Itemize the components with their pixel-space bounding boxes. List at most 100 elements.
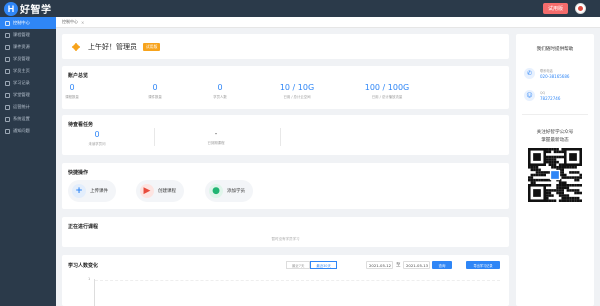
phone-contact[interactable]: ✆ 联系电话 020-38165686 [524, 68, 569, 79]
section-title: 待查看任务 [68, 122, 94, 128]
date-from-input[interactable]: 2021-05-12 [366, 261, 393, 269]
follow-line-2: 掌握最新动态 [541, 138, 569, 143]
quick-actions-card: 快捷操作 + 上传课件 ▶ 创建课程 ● 添加学员 [62, 163, 509, 209]
trial-button[interactable]: 试用版 [542, 3, 568, 14]
pending-unread-questions[interactable]: 0 未读学员问 [62, 130, 132, 146]
upload-courseware-button[interactable]: + 上传课件 [68, 180, 116, 202]
sidebar-item-label: 学堂管理 [13, 92, 30, 97]
sidebar-item-label: 学习记录 [13, 80, 30, 85]
sidebar-item[interactable]: 学习记录 [0, 77, 56, 89]
export-learning-records-button[interactable]: 导出学习记录 [466, 261, 500, 269]
sidebar-item[interactable]: 控制中心 [0, 17, 56, 29]
sidebar-item[interactable]: 课件资源 [0, 41, 56, 53]
query-button[interactable]: 查询 [432, 261, 452, 269]
menu-icon [5, 68, 10, 74]
stat-value: 0 [152, 83, 158, 92]
menu-icon [5, 92, 10, 98]
app-logo[interactable]: H 好智学 [4, 1, 52, 16]
breadcrumb: 控制中心 × [56, 17, 600, 28]
sun-icon [70, 41, 82, 53]
section-title: 学习人数变化 [68, 263, 99, 269]
y-axis [94, 279, 95, 306]
follow-line-1: 关注好智学公众号 [536, 130, 574, 135]
sidebar-item[interactable]: 学堂管理 [0, 89, 56, 101]
y-axis-tick: 1 [88, 277, 91, 281]
qq-contact[interactable]: ☺ QQ 78272746 [524, 90, 560, 101]
sidebar-item-label: 课程管理 [13, 32, 30, 37]
stat-value: 0 [69, 83, 75, 92]
greeting-text: 上午好！管理员 [88, 42, 137, 51]
play-icon: ▶ [140, 184, 154, 198]
date-to-input[interactable]: 2021-05-13 [403, 261, 430, 269]
sidebar-item[interactable]: 学员主页 [0, 65, 56, 77]
sidebar-item[interactable]: 课程管理 [0, 29, 56, 41]
account-overview-card: 账户总览 0 课程数量 0 课件数量 0 学员人数 10 / 10G 已用 / … [62, 66, 509, 109]
quick-label: 上传课件 [90, 189, 108, 194]
sidebar-item[interactable]: 通知问题 [0, 125, 56, 137]
menu-icon [5, 32, 10, 38]
greeting-card: 上午好！管理员 试用版 [62, 34, 509, 59]
range-30-days-button[interactable]: 最近30天 [310, 261, 337, 269]
sidebar-item[interactable]: 运营统计 [0, 101, 56, 113]
ongoing-courses-card: 正在进行课程 暂时没有学员学习 [62, 217, 509, 247]
menu-icon [5, 104, 10, 110]
help-title: 我们随时提供帮助 [536, 47, 574, 52]
tab-control-center[interactable]: 控制中心 × [62, 19, 84, 25]
qq-icon: ☺ [524, 90, 535, 101]
pending-expired-courses[interactable]: - 已到期课程 [186, 130, 246, 145]
create-course-button[interactable]: ▶ 创建课程 [136, 180, 184, 202]
sidebar-item-label: 通知问题 [13, 128, 30, 133]
phone-label: 联系电话 [540, 69, 553, 73]
stat-label: 已用 / 总计播放流量 [371, 95, 403, 99]
sidebar-item-label: 运营统计 [13, 104, 30, 109]
phone-number: 020-38165686 [540, 74, 570, 79]
top-bar: H 好智学 试用版 [0, 0, 600, 17]
tab-label: 控制中心 [62, 19, 78, 24]
divider [522, 114, 588, 115]
app-name: 好智学 [20, 5, 52, 16]
divider [280, 128, 281, 146]
stat-label: 课程数量 [65, 95, 79, 99]
logo-badge: H [4, 1, 18, 16]
pending-label: 未读学员问 [88, 142, 106, 146]
menu-icon [5, 80, 10, 86]
sidebar-item-label: 学员主页 [13, 68, 30, 73]
section-title: 快捷操作 [68, 170, 89, 176]
sidebar-item[interactable]: 系统设置 [0, 113, 56, 125]
quick-label: 创建课程 [158, 189, 176, 194]
sidebar-item-label: 系统设置 [13, 116, 30, 121]
help-panel: 我们随时提供帮助 ✆ 联系电话 020-38165686 ☺ QQ 782727… [516, 34, 594, 306]
add-student-button[interactable]: ● 添加学员 [205, 180, 253, 202]
wechat-qr-code [528, 148, 582, 202]
stat-traffic[interactable]: 100 / 100G 已用 / 总计播放流量 [360, 83, 414, 99]
user-avatar[interactable] [575, 3, 586, 14]
sidebar-item-label: 控制中心 [13, 20, 30, 25]
section-title: 账户总览 [68, 73, 89, 79]
stat-value: 100 / 100G [364, 83, 410, 92]
sidebar: 控制中心课程管理课件资源学员管理学员主页学习记录学堂管理运营统计系统设置通知问题 [0, 17, 56, 306]
stat-label: 课件数量 [148, 95, 162, 99]
pending-label: 已到期课程 [207, 141, 225, 145]
sidebar-item-label: 课件资源 [13, 44, 30, 49]
pending-value: - [214, 130, 218, 138]
stat-cloud-space[interactable]: 10 / 10G 已用 / 总计云空间 [270, 83, 324, 99]
sidebar-item[interactable]: 学员管理 [0, 53, 56, 65]
stat-course-count[interactable]: 0 课程数量 [62, 83, 82, 99]
date-separator: 至 [396, 263, 401, 268]
close-icon[interactable]: × [81, 20, 84, 25]
range-7-days-button[interactable]: 最近7天 [286, 261, 311, 269]
stat-student-count[interactable]: 0 学员人数 [206, 83, 234, 99]
menu-icon [5, 44, 10, 50]
range-toggle: 最近7天 最近30天 [286, 261, 337, 269]
divider [154, 128, 155, 146]
header-actions: 试用版 [542, 3, 586, 14]
plus-icon: + [72, 184, 86, 198]
stat-courseware-count[interactable]: 0 课件数量 [141, 83, 169, 99]
gridline [95, 280, 500, 281]
menu-icon [5, 56, 10, 62]
sidebar-item-label: 学员管理 [13, 56, 30, 61]
trial-badge: 试用版 [143, 42, 161, 51]
menu-icon [5, 116, 10, 122]
stat-label: 已用 / 总计云空间 [283, 95, 311, 99]
pending-value: 0 [94, 130, 100, 139]
